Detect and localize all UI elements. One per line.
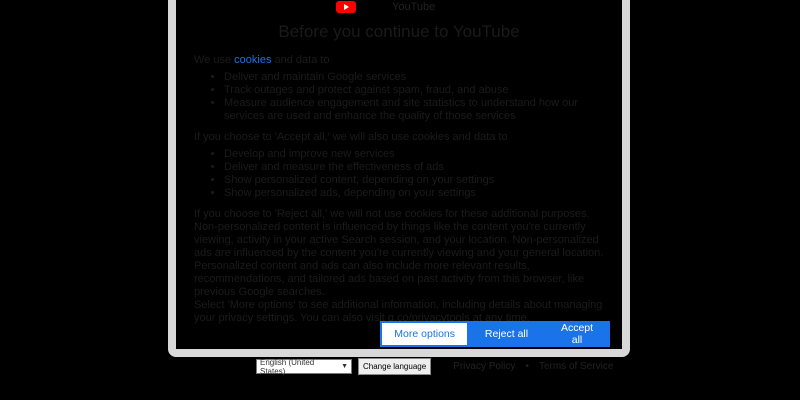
purpose-list: Deliver and maintain Google services Tra… [194, 71, 608, 123]
accept-all-button[interactable]: Accept all [544, 321, 610, 347]
list-item: Track outages and protect against spam, … [224, 84, 608, 97]
accept-all-heading: If you choose to 'Accept all,' we will a… [194, 131, 508, 143]
personalization-paragraph: Non-personalized content is influenced b… [194, 221, 604, 298]
consent-dialog: Before you continue to YouTube We use co… [168, 0, 630, 357]
intro-prefix: We use [194, 54, 235, 66]
footer: English (United States) ▼ Change languag… [256, 357, 613, 376]
language-value: English (United States) [260, 357, 315, 376]
list-item: Measure audience engagement and site sta… [224, 97, 608, 123]
change-language-button[interactable]: Change language [358, 358, 432, 375]
cookies-link[interactable]: cookies [234, 54, 271, 66]
brand-name: YouTube [392, 1, 436, 13]
intro-suffix: and data to [271, 54, 330, 66]
list-item: Develop and improve new services [224, 148, 608, 161]
button-row: More options Reject all Accept all [380, 321, 610, 347]
chevron-down-icon: ▼ [341, 363, 348, 370]
language-select[interactable]: English (United States) ▼ [256, 357, 352, 376]
list-item: Show personalized ads, depending on your… [224, 187, 608, 200]
brand-row: YouTube [336, 0, 435, 14]
separator-dot: • [525, 361, 529, 372]
list-item: Deliver and measure the effectiveness of… [224, 161, 608, 174]
accept-purpose-list: Develop and improve new services Deliver… [194, 148, 608, 200]
terms-link[interactable]: Terms of Service [539, 361, 613, 372]
dialog-content: We use cookies and data to Deliver and m… [194, 54, 608, 325]
list-item: Show personalized content, depending on … [224, 174, 608, 187]
reject-all-button[interactable]: Reject all [469, 321, 544, 347]
dialog-title: Before you continue to YouTube [278, 22, 520, 41]
privacy-policy-link[interactable]: Privacy Policy [453, 361, 515, 372]
more-options-button[interactable]: More options [380, 321, 469, 347]
list-item: Deliver and maintain Google services [224, 71, 608, 84]
youtube-logo-icon [336, 1, 356, 13]
intro-text: We use cookies and data to [194, 54, 608, 67]
reject-all-text: If you choose to 'Reject all,' we will n… [194, 208, 590, 220]
